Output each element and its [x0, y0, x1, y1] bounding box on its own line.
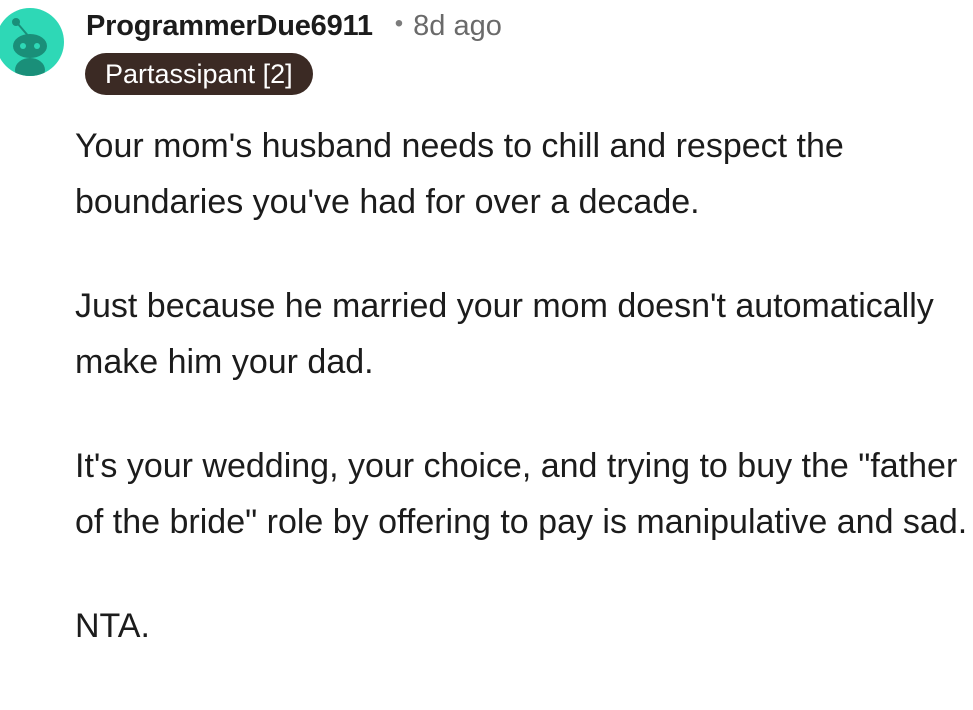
separator-dot: • — [394, 10, 404, 37]
comment-paragraph: It's your wedding, your choice, and tryi… — [75, 447, 968, 541]
comment-body: Your mom's husband needs to chill and re… — [75, 118, 970, 654]
comment-paragraph: Your mom's husband needs to chill and re… — [75, 127, 844, 221]
snoo-avatar-icon — [12, 18, 47, 76]
comment: ProgrammerDue6911 • 8d ago Partassipant … — [0, 0, 973, 710]
comment-paragraph: NTA. — [75, 607, 150, 645]
timestamp[interactable]: 8d ago — [413, 10, 502, 43]
comment-paragraph: Just because he married your mom doesn't… — [75, 287, 934, 381]
avatar[interactable] — [0, 8, 64, 76]
comment-header: ProgrammerDue6911 • 8d ago — [86, 6, 502, 46]
username-link[interactable]: ProgrammerDue6911 — [86, 10, 373, 43]
user-flair-badge: Partassipant [2] — [85, 53, 313, 95]
